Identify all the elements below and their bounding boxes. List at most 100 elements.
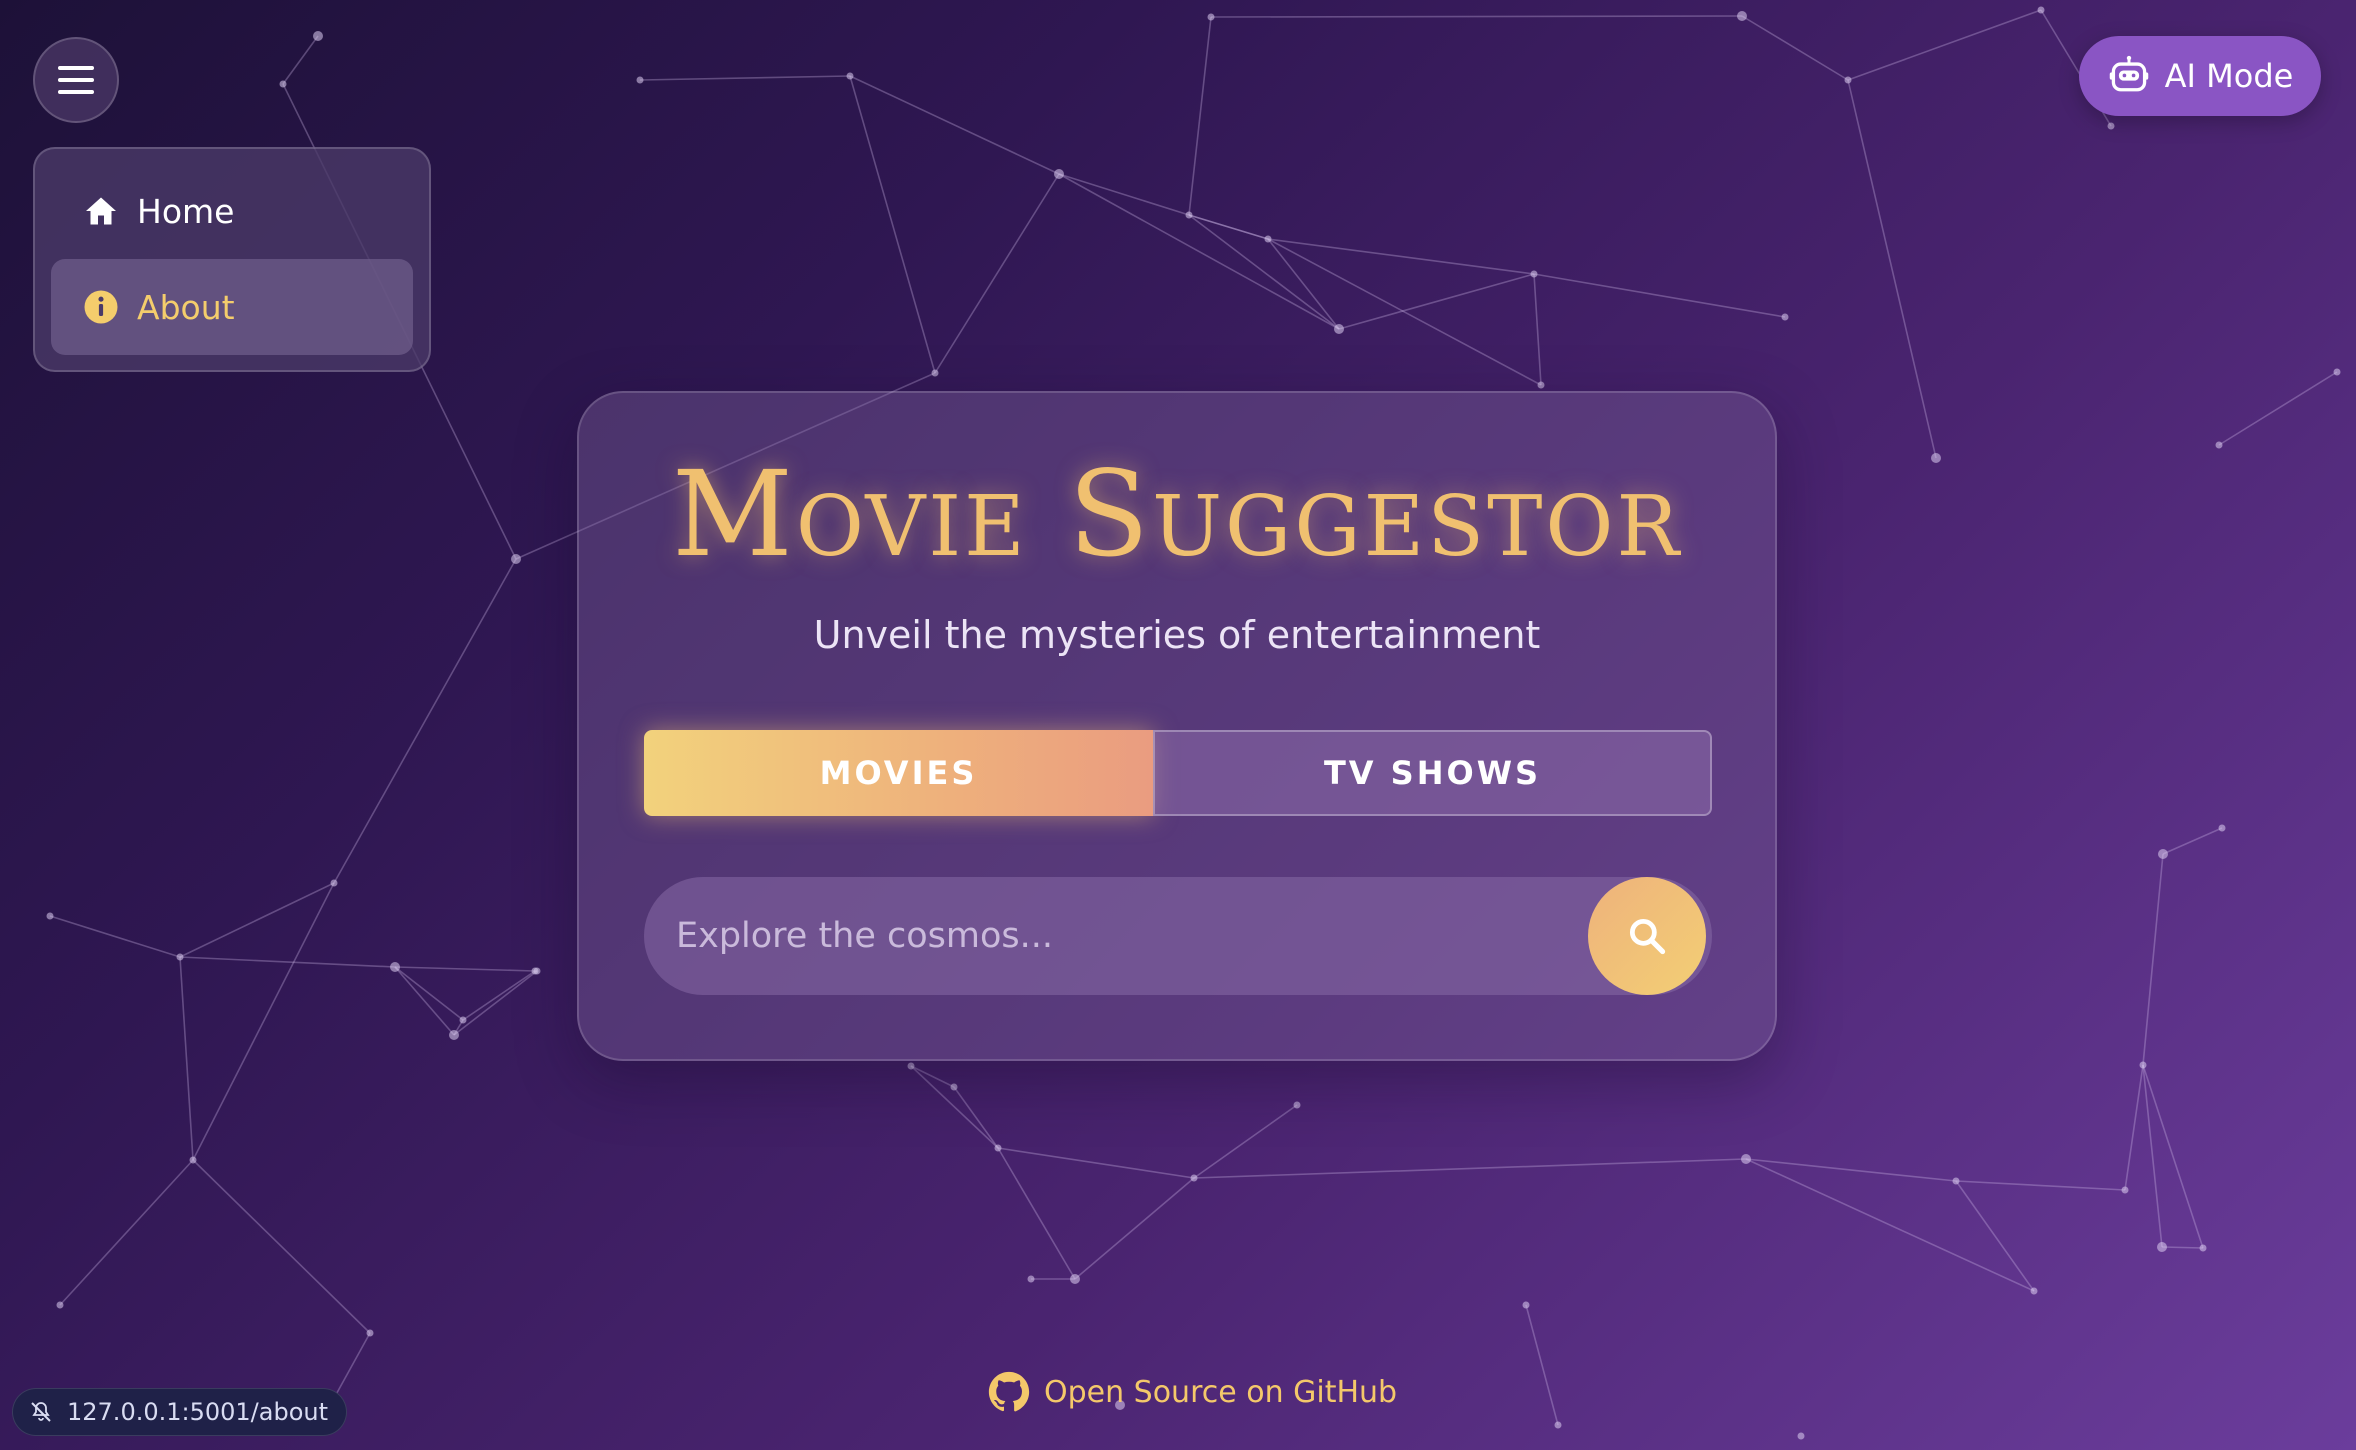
ai-mode-label: AI Mode [2164, 57, 2294, 95]
constellation-line [639, 75, 851, 81]
search-input[interactable] [644, 877, 1564, 995]
constellation-line [1210, 15, 1743, 18]
constellation-node [1027, 1275, 1035, 1283]
hamburger-icon-bar [58, 78, 94, 82]
constellation-line [1058, 173, 1340, 330]
info-icon [83, 289, 119, 325]
constellation-node [1737, 11, 1747, 21]
constellation-line [462, 970, 536, 1021]
constellation-line [49, 915, 181, 958]
constellation-node [931, 369, 939, 377]
constellation-line [1955, 1180, 2126, 1191]
search-bar [644, 877, 1712, 995]
constellation-node [1264, 235, 1272, 243]
search-button[interactable] [1588, 877, 1706, 995]
constellation-node [1952, 1177, 1960, 1185]
constellation-node [279, 80, 287, 88]
constellation-line [179, 882, 335, 958]
constellation-line [849, 75, 1060, 175]
constellation-node [1334, 324, 1344, 334]
tv-shows-tab-button[interactable]: TV SHOWS [1153, 730, 1712, 816]
constellation-line [1847, 9, 2042, 81]
constellation-node [1054, 169, 1064, 179]
constellation-node [366, 1329, 374, 1337]
constellation-line [1058, 173, 1190, 216]
constellation-node [56, 1301, 64, 1309]
constellation-line [333, 558, 517, 884]
constellation-line [394, 966, 536, 972]
constellation-node [176, 953, 184, 961]
constellation-line [1193, 1158, 1747, 1179]
constellation-line [1188, 16, 1212, 216]
robot-icon [2107, 54, 2151, 98]
nav-item-label: Home [137, 191, 235, 231]
hamburger-menu-button[interactable] [33, 37, 119, 123]
constellation-node [1781, 313, 1789, 321]
constellation-node [2157, 1242, 2167, 1252]
constellation-line [282, 35, 319, 85]
status-url-text: 127.0.0.1:5001/about [67, 1398, 328, 1426]
constellation-line [849, 75, 936, 374]
constellation-line [2142, 853, 2164, 1066]
nav-dropdown-menu: Home About [33, 147, 431, 372]
hamburger-icon [58, 66, 94, 70]
constellation-node [1522, 1301, 1530, 1309]
constellation-line [934, 173, 1060, 374]
constellation-node [2037, 6, 2045, 14]
constellation-line [1741, 15, 1849, 81]
constellation-line [394, 966, 455, 1036]
constellation-node [2107, 122, 2115, 130]
constellation-line [997, 1147, 1076, 1280]
media-type-toggle: MOVIES TV SHOWS [644, 730, 1712, 816]
constellation-node [1931, 453, 1941, 463]
home-icon [83, 193, 119, 229]
ai-mode-button[interactable]: AI Mode [2079, 36, 2321, 116]
constellation-line [1533, 273, 1542, 386]
constellation-line [953, 1086, 999, 1149]
constellation-node [511, 554, 521, 564]
constellation-node [330, 879, 338, 887]
constellation-line [1193, 1104, 1298, 1179]
constellation-node [1070, 1274, 1080, 1284]
constellation-node [636, 76, 644, 84]
constellation-node [846, 72, 854, 80]
hamburger-icon-bar [58, 90, 94, 94]
constellation-node [1530, 270, 1538, 278]
constellation-line [1525, 1304, 1559, 1426]
constellation-line [192, 882, 335, 1161]
constellation-node [1207, 13, 1215, 21]
constellation-line [1533, 273, 1786, 318]
constellation-node [2218, 824, 2226, 832]
constellation-node [1537, 381, 1545, 389]
constellation-node [2158, 849, 2168, 859]
nav-item-home[interactable]: Home [51, 163, 413, 259]
nav-item-about[interactable]: About [51, 259, 413, 355]
constellation-line [1267, 238, 1535, 275]
constellation-node [1741, 1154, 1751, 1164]
constellation-node [449, 1030, 459, 1040]
constellation-line [1188, 214, 1269, 240]
github-icon [988, 1371, 1030, 1413]
constellation-line [2218, 371, 2338, 446]
constellation-node [2215, 441, 2223, 449]
constellation-node [2199, 1244, 2207, 1252]
constellation-node [950, 1083, 958, 1091]
status-bar-url: 127.0.0.1:5001/about [12, 1388, 347, 1436]
constellation-line [1955, 1180, 2035, 1292]
constellation-node [1844, 76, 1852, 84]
nav-item-label: About [137, 287, 235, 327]
bell-slash-icon [29, 1400, 53, 1424]
constellation-node [907, 1062, 915, 1070]
constellation-node [2121, 1186, 2129, 1194]
constellation-node [459, 1016, 467, 1024]
constellation-node [46, 912, 54, 920]
constellation-line [2124, 1064, 2144, 1191]
search-icon [1625, 914, 1669, 958]
constellation-line [1847, 79, 1937, 459]
constellation-line [910, 1065, 955, 1088]
constellation-line [910, 1065, 999, 1149]
github-link[interactable]: Open Source on GitHub [988, 1370, 1397, 1414]
constellation-line [192, 1159, 371, 1334]
movies-tab-button[interactable]: MOVIES [644, 730, 1153, 816]
constellation-line [1745, 1158, 2035, 1292]
